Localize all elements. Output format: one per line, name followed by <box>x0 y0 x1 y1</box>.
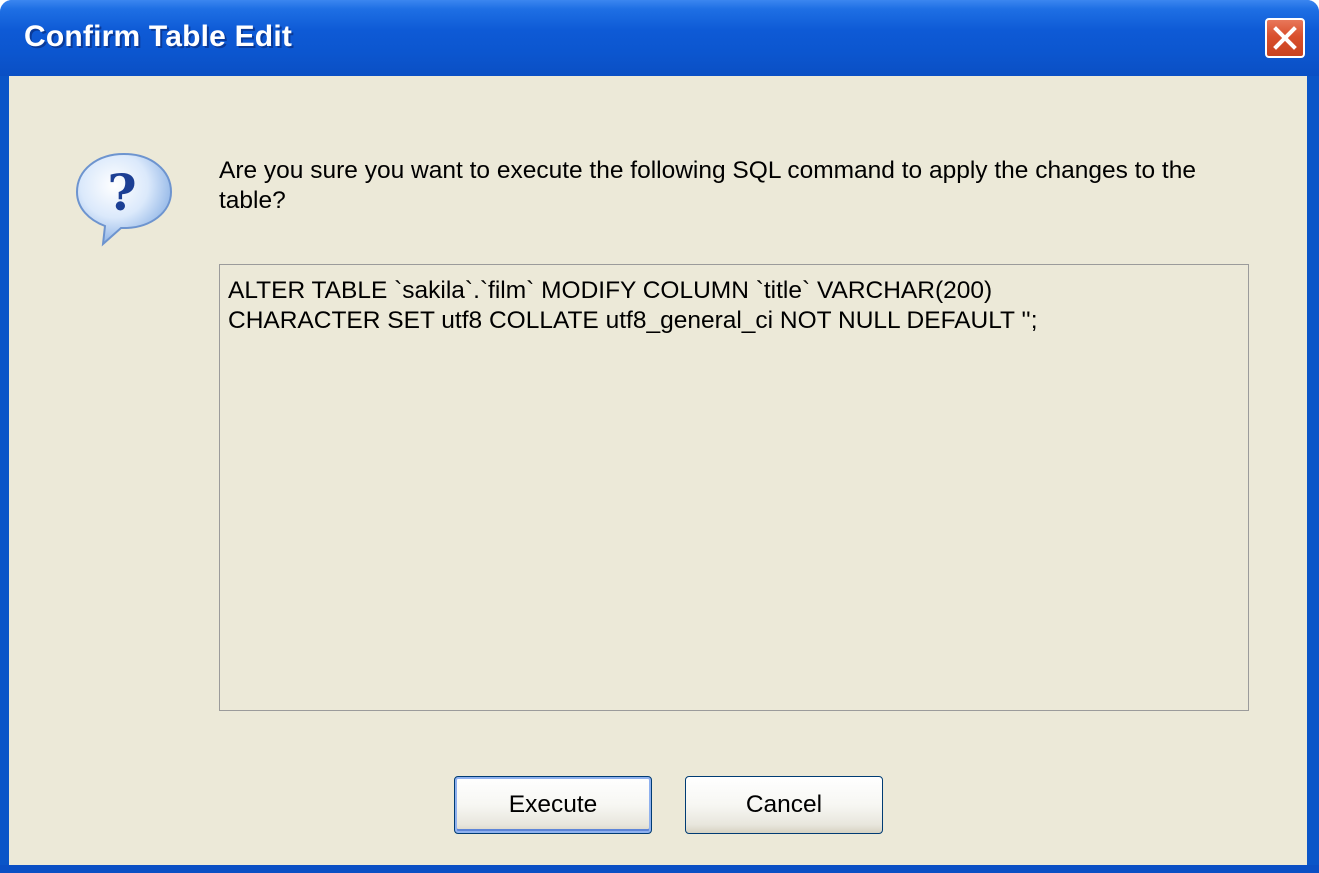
confirmation-message: Are you sure you want to execute the fol… <box>219 157 1196 214</box>
cancel-button[interactable]: Cancel <box>685 776 883 834</box>
svg-text:?: ? <box>107 163 136 222</box>
window-title: Confirm Table Edit <box>24 20 293 53</box>
title-bar[interactable]: Confirm Table Edit <box>0 0 1319 76</box>
execute-button[interactable]: Execute <box>454 776 652 834</box>
close-button[interactable] <box>1265 18 1305 58</box>
close-icon <box>1273 26 1297 50</box>
question-icon: ? <box>75 152 173 247</box>
dialog-body: ? Are you sure you want to execute the f… <box>9 76 1307 865</box>
window-bottom-border <box>0 865 1319 873</box>
sql-command-box[interactable]: ALTER TABLE `sakila`.`film` MODIFY COLUM… <box>219 264 1249 711</box>
dialog-window: Confirm Table Edit ? Are you sure you wa… <box>0 0 1319 873</box>
